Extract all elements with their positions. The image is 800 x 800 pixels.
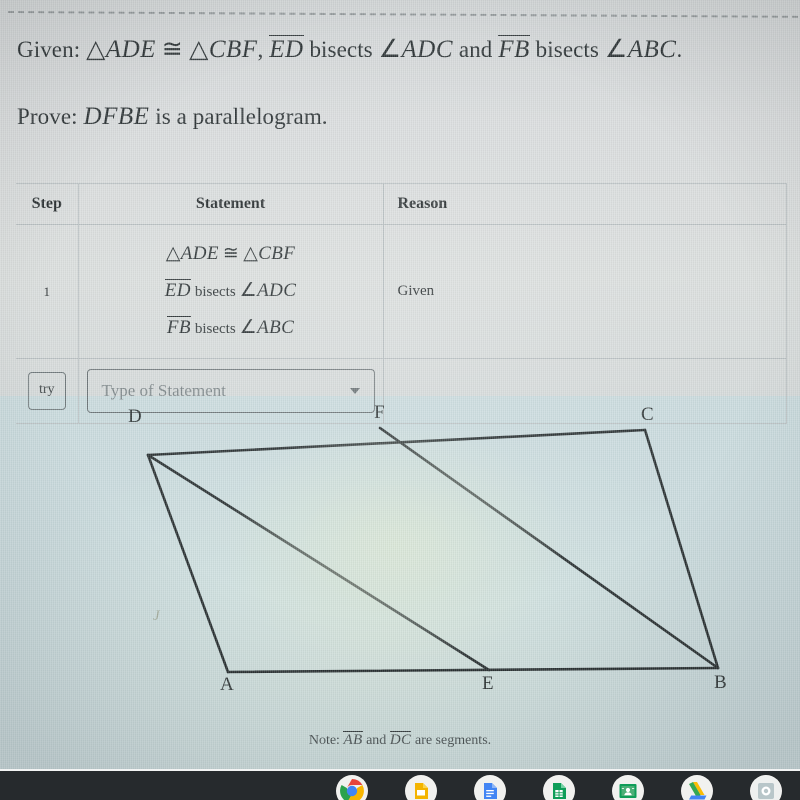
statement-line-bisect-fb: FB bisects ∠ABC: [79, 309, 383, 346]
statement-angle-adc: ADC: [257, 280, 297, 302]
statement-line-bisect-ed: ED bisects ∠ADC: [79, 272, 383, 309]
edge-DE: [146, 453, 491, 672]
vertex-label-A: A: [220, 674, 234, 695]
column-header-reason: Reason: [383, 183, 787, 225]
vertex-label-B: B: [714, 672, 727, 693]
table-header-row: Step Statement Reason: [16, 183, 787, 225]
angle-symbol-1: ∠: [239, 280, 258, 302]
note-segment-dc: DC: [389, 731, 412, 748]
column-header-statement: Statement: [78, 183, 384, 225]
given-statement: Given: △ADE ≅ △CBF, ED bisects ∠ADC and …: [17, 34, 682, 64]
pencil-mark-j: J: [153, 608, 160, 624]
statement-verb-bisects-2: bisects: [194, 321, 236, 338]
note-tail: are segments.: [414, 733, 492, 748]
shelf-icon-row: [336, 775, 782, 800]
vertex-label-E: E: [482, 673, 494, 694]
row-statement: △ADE ≅ △CBF ED bisects ∠ADC FB bisects ∠…: [78, 223, 384, 360]
triangle-symbol-2: △: [243, 243, 259, 264]
triangle-symbol-2: △: [189, 36, 209, 63]
row-reason: Given: [383, 223, 787, 360]
congruent-symbol: ≅: [222, 243, 240, 264]
chrome-icon[interactable]: [336, 775, 368, 800]
statement-triangle-2: CBF: [258, 243, 296, 264]
chromeos-shelf: [0, 771, 800, 800]
vertex-label-F: F: [374, 402, 385, 423]
given-period: .: [676, 37, 683, 62]
congruent-symbol: ≅: [161, 36, 184, 63]
note-conjunction: and: [366, 733, 387, 748]
edge-AD: [146, 453, 230, 674]
statement-triangle-1: ADE: [180, 243, 219, 264]
table-row: 1 △ADE ≅ △CBF ED bisects ∠ADC FB bisects…: [16, 223, 787, 360]
given-bisects-2: bisects: [535, 37, 599, 62]
edge-CB: [643, 428, 720, 670]
triangle-symbol-1: △: [165, 243, 181, 264]
prove-prefix: Prove:: [17, 104, 78, 129]
column-header-step: Step: [16, 183, 79, 225]
sheets-icon[interactable]: [543, 775, 575, 800]
given-conjunction: and: [458, 37, 493, 62]
given-triangle-2: CBF: [208, 36, 258, 63]
note-prefix: Note:: [308, 733, 340, 748]
statement-line-congruence: △ADE ≅ △CBF: [79, 235, 383, 272]
note-segment-ab: AB: [343, 731, 363, 748]
settings-icon[interactable]: [750, 775, 782, 800]
prove-text: is a parallelogram.: [155, 104, 328, 129]
edge-BA: [226, 666, 720, 674]
statement-segment-ed: ED: [164, 279, 191, 302]
vertex-label-C: C: [641, 404, 654, 425]
prove-figure-name: DFBE: [83, 103, 150, 130]
angle-symbol-2: ∠: [239, 317, 258, 339]
given-prefix: Given:: [17, 37, 81, 62]
docs-icon[interactable]: [474, 775, 506, 800]
vertex-label-D: D: [128, 406, 142, 427]
statement-segment-fb: FB: [166, 316, 191, 339]
given-bisects-1: bisects: [309, 37, 373, 62]
proof-table: Step Statement Reason 1 △ADE ≅ △CBF ED b…: [16, 183, 787, 425]
slides-icon[interactable]: [405, 775, 437, 800]
statement-verb-bisects-1: bisects: [194, 284, 236, 301]
geometry-diagram: [146, 426, 720, 674]
edge-DC: [146, 428, 647, 457]
given-segment-ed: ED: [269, 35, 304, 63]
row-step-number: 1: [16, 223, 79, 360]
screenshot-root: Given: △ADE ≅ △CBF, ED bisects ∠ADC and …: [0, 0, 800, 800]
figure-note: Note: AB and DC are segments.: [0, 731, 800, 749]
classroom-icon[interactable]: [612, 775, 644, 800]
proof-table-container: Step Statement Reason 1 △ADE ≅ △CBF ED b…: [16, 183, 787, 425]
drive-icon[interactable]: [681, 775, 713, 800]
angle-symbol-1: ∠: [378, 36, 402, 63]
given-triangle-1: ADE: [105, 36, 156, 63]
given-segment-fb: FB: [498, 35, 530, 63]
given-comma: ,: [257, 37, 264, 62]
triangle-symbol-1: △: [86, 36, 106, 63]
chevron-down-icon: [349, 388, 360, 395]
angle-symbol-2: ∠: [604, 36, 628, 63]
given-angle-adc: ADC: [401, 36, 454, 63]
statement-angle-abc: ABC: [257, 317, 295, 339]
prove-statement: Prove: DFBE is a parallelogram.: [17, 103, 328, 131]
given-angle-abc: ABC: [627, 36, 677, 63]
